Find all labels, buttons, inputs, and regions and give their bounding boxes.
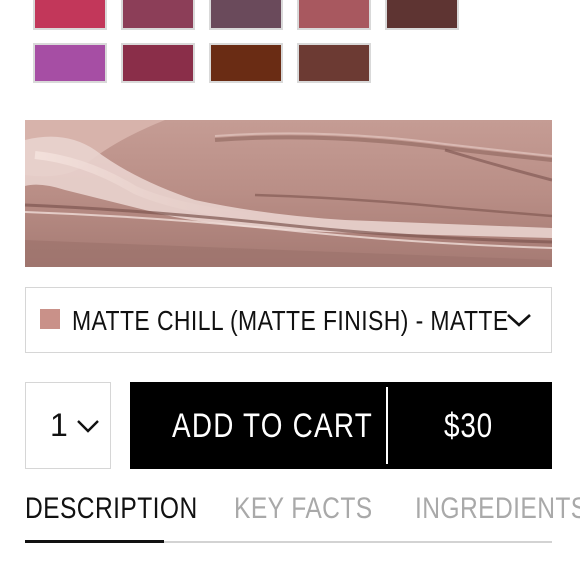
- price-label: $30: [444, 407, 493, 445]
- shade-dropdown-label: MATTE CHILL (MATTE FINISH) - MATTE: [72, 305, 509, 336]
- active-tab-indicator: [25, 540, 164, 543]
- add-to-cart-button[interactable]: ADD TO CART $30: [130, 382, 552, 469]
- tab-ingredients[interactable]: INGREDIENTS: [415, 492, 580, 526]
- shade-swatch-6[interactable]: [33, 43, 107, 83]
- shade-swatch-7[interactable]: [121, 43, 195, 83]
- add-to-cart-label: ADD TO CART: [172, 407, 373, 445]
- shade-swatch-8[interactable]: [209, 43, 283, 83]
- shade-dropdown[interactable]: MATTE CHILL (MATTE FINISH) - MATTE: [25, 287, 552, 353]
- shade-swatch-3[interactable]: [209, 0, 283, 30]
- add-to-cart-divider: [386, 387, 388, 464]
- tab-key-facts[interactable]: KEY FACTS: [234, 492, 373, 526]
- shade-swatch-5[interactable]: [385, 0, 459, 30]
- shade-swatch-9[interactable]: [297, 43, 371, 83]
- quantity-select[interactable]: 1: [25, 382, 111, 469]
- selected-shade-chip: [40, 309, 60, 329]
- chevron-down-icon: [507, 314, 531, 327]
- chevron-down-icon: [77, 420, 99, 433]
- tab-description[interactable]: DESCRIPTION: [25, 492, 198, 526]
- quantity-value: 1: [50, 407, 68, 443]
- lipstick-texture-image: [25, 120, 552, 267]
- shade-swatch-1[interactable]: [33, 0, 107, 30]
- shade-swatch-4[interactable]: [297, 0, 371, 30]
- shade-swatch-2[interactable]: [121, 0, 195, 30]
